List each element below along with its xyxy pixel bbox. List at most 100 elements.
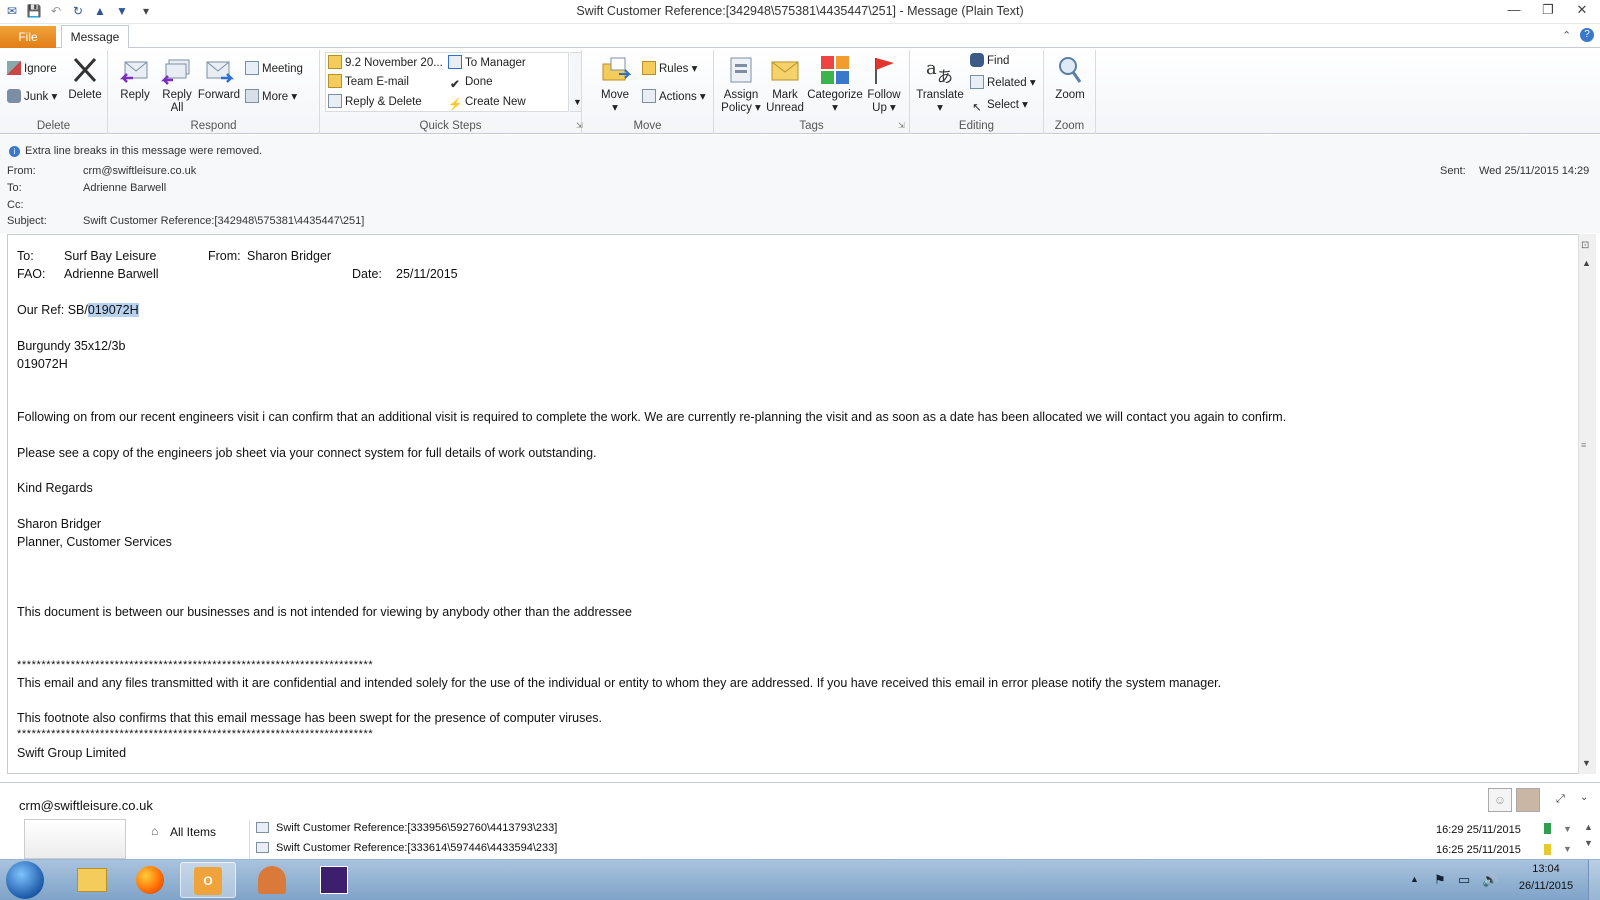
related-button[interactable]: Related ▾ [970, 74, 1036, 92]
contact-placeholder-icon[interactable]: ☺ [1488, 788, 1512, 812]
translate-button[interactable]: aあ Translate ▾ [912, 54, 968, 115]
sent-label: Sent: [1440, 165, 1466, 177]
minimize-button[interactable]: — [1500, 2, 1528, 20]
find-button[interactable]: Find [970, 52, 1009, 70]
tags-dialog-launcher-icon[interactable]: ⇲ [898, 121, 905, 130]
view-settings-icon[interactable]: ⊡ [1581, 240, 1589, 251]
reply-all-icon [161, 59, 190, 85]
people-app-icon [258, 866, 286, 894]
taskbar-contacts-app[interactable] [244, 862, 300, 898]
checkmark-icon: ✔ [450, 79, 460, 91]
contact-photo-avatar[interactable] [1516, 788, 1540, 812]
window-title: Swift Customer Reference:[342948\575381\… [576, 4, 1024, 18]
filter-all-items[interactable]: All Items [170, 825, 216, 839]
follow-up-flag-icon [875, 58, 894, 84]
stars-divider-top: ****************************************… [17, 659, 374, 671]
magnifier-icon [1059, 57, 1082, 83]
svg-text:あ: あ [937, 67, 953, 86]
volume-icon[interactable]: 🔊 [1482, 872, 1498, 888]
vertical-scrollbar[interactable] [1578, 234, 1596, 774]
people-scroll-up-icon[interactable]: ▲ [1584, 822, 1593, 832]
move-group-label: Move [633, 120, 662, 132]
taskbar-firefox[interactable] [122, 862, 178, 898]
quick-steps-expand-icon[interactable]: ▼ [573, 97, 582, 107]
row-dropdown-icon[interactable]: ▼ [1563, 844, 1572, 854]
collapse-pane-icon[interactable]: ⌄ [1580, 792, 1588, 803]
product-code: 019072H [17, 357, 68, 371]
junk-button[interactable]: Junk ▾ [7, 88, 57, 106]
assign-policy-button[interactable]: Assign Policy ▾ [716, 54, 766, 115]
more-button[interactable]: More ▾ [245, 88, 297, 106]
follow-up-button[interactable]: Follow Up ▾ [859, 54, 909, 115]
from-label: From: [7, 165, 36, 177]
scroll-up-icon[interactable]: ▲ [1582, 258, 1591, 268]
taskbar-explorer[interactable] [64, 862, 120, 898]
expand-pane-icon[interactable]: ⤢ [1556, 793, 1565, 806]
row-dropdown-icon[interactable]: ▼ [1563, 824, 1572, 834]
minimize-ribbon-icon[interactable]: ⌃ [1562, 29, 1571, 42]
quick-step-create-new[interactable]: ⚡ Create New [448, 93, 526, 111]
taskbar-calendar-app[interactable] [306, 862, 362, 898]
delete-button[interactable]: Delete [60, 54, 110, 102]
action-center-flag-icon[interactable]: ⚑ [1434, 872, 1446, 888]
zoom-group-label: Zoom [1054, 120, 1085, 132]
zoom-button[interactable]: Zoom [1045, 54, 1095, 102]
translate-icon: aあ [926, 58, 953, 86]
actions-button[interactable]: Actions ▾ [642, 88, 706, 106]
stars-divider-bottom: ****************************************… [17, 728, 374, 740]
quick-step-9-2-november[interactable]: 9.2 November 20... [328, 54, 443, 72]
start-button[interactable] [6, 861, 44, 899]
scroll-down-icon[interactable]: ▼ [1582, 758, 1591, 768]
category-flag-yellow [1544, 844, 1551, 855]
tab-file[interactable]: File [0, 26, 56, 48]
quick-step-to-manager[interactable]: To Manager [448, 54, 526, 72]
assign-policy-icon [730, 57, 752, 83]
from-value[interactable]: crm@swiftleisure.co.uk [83, 165, 196, 177]
body-to-label: To: [17, 249, 34, 263]
categorize-button[interactable]: Categorize ▾ [804, 54, 866, 115]
related-email-subject[interactable]: Swift Customer Reference:[333956\592760\… [276, 822, 557, 834]
message-body[interactable] [7, 234, 1579, 774]
restore-button[interactable]: ❐ [1534, 2, 1562, 20]
forward-button[interactable]: Forward [194, 54, 244, 102]
disclaimer-virus: This footnote also confirms that this em… [17, 711, 603, 725]
close-button[interactable]: ✕ [1568, 2, 1596, 20]
forward-icon [206, 61, 235, 83]
company-name: Swift Group Limited [17, 746, 127, 760]
network-icon[interactable]: ▭ [1458, 872, 1470, 888]
clock-time[interactable]: 13:04 [1516, 863, 1576, 875]
related-email-subject[interactable]: Swift Customer Reference:[333614\597446\… [276, 842, 557, 859]
select-button[interactable]: ↖ Select ▾ [970, 96, 1028, 114]
reply-delete-icon [328, 94, 342, 108]
people-contact-name[interactable]: crm@swiftleisure.co.uk [19, 798, 153, 813]
people-scroll-down-icon[interactable]: ▼ [1584, 838, 1593, 848]
mark-unread-button[interactable]: Mark Unread [760, 54, 810, 115]
show-desktop-button[interactable] [1588, 860, 1600, 900]
sent-value: Wed 25/11/2015 14:29 [1479, 165, 1590, 177]
tab-message[interactable]: Message [61, 25, 129, 49]
related-email-time: 16:29 25/11/2015 [1436, 824, 1521, 836]
quick-step-team-email[interactable]: Team E-mail [328, 73, 409, 91]
paragraph-job-sheet: Please see a copy of the engineers job s… [17, 446, 597, 460]
quick-step-folder-icon [328, 55, 342, 69]
clock-date[interactable]: 26/11/2015 [1510, 880, 1582, 892]
meeting-button[interactable]: Meeting [245, 60, 303, 78]
to-value[interactable]: Adrienne Barwell [83, 182, 166, 194]
scroll-thumb-grip-icon[interactable]: ≡ [1581, 440, 1586, 450]
selected-ref-text[interactable]: 019072H [87, 303, 139, 317]
quick-step-done[interactable]: ✔ Done [448, 73, 492, 91]
editing-group-label: Editing [958, 120, 995, 132]
rules-button[interactable]: Rules ▾ [642, 60, 697, 78]
email-item-icon [256, 842, 269, 853]
taskbar-outlook[interactable]: O [180, 862, 236, 898]
ignore-button[interactable]: Ignore [7, 60, 57, 78]
show-hidden-icons[interactable]: ▲ [1410, 874, 1419, 884]
help-icon[interactable]: ? [1580, 28, 1594, 42]
categorize-icon [821, 56, 849, 84]
to-label: To: [7, 182, 22, 194]
kind-regards: Kind Regards [17, 481, 93, 495]
quick-step-reply-delete[interactable]: Reply & Delete [328, 93, 422, 111]
svg-text:a: a [926, 58, 937, 79]
product-name: Burgundy 35x12/3b [17, 339, 126, 353]
move-button[interactable]: Move ▾ [590, 54, 640, 115]
